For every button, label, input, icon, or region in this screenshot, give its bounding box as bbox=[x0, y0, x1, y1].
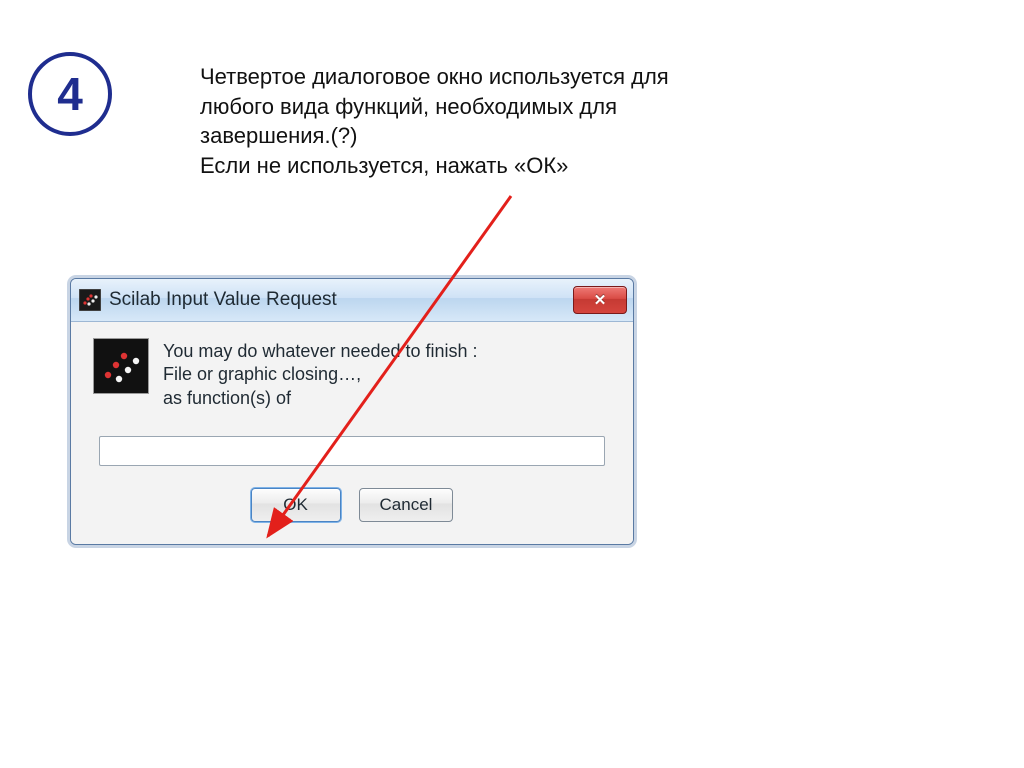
close-button[interactable]: ✕ bbox=[573, 286, 627, 314]
dialog-client-area: You may do whatever needed to finish : F… bbox=[71, 322, 633, 544]
explanation-text: Четвертое диалоговое окно используется д… bbox=[200, 62, 760, 181]
cancel-button[interactable]: Cancel bbox=[359, 488, 454, 522]
dialog-message-line: as function(s) of bbox=[163, 387, 478, 410]
dialog-message: You may do whatever needed to finish : F… bbox=[163, 338, 478, 410]
explanation-line: Если не используется, нажать «ОК» bbox=[200, 151, 760, 181]
dialog-titlebar[interactable]: Scilab Input Value Request ✕ bbox=[71, 279, 633, 322]
app-icon bbox=[79, 289, 101, 311]
dialog-message-line: You may do whatever needed to finish : bbox=[163, 340, 478, 363]
dialog-message-line: File or graphic closing…, bbox=[163, 363, 478, 386]
dialog-window: Scilab Input Value Request ✕ bbox=[70, 278, 632, 545]
explanation-line: любого вида функций, необходимых для bbox=[200, 92, 760, 122]
dialog-title: Scilab Input Value Request bbox=[109, 289, 573, 311]
explanation-line: Четвертое диалоговое окно используется д… bbox=[200, 62, 760, 92]
dialog-info-icon bbox=[93, 338, 149, 394]
step-number: 4 bbox=[57, 67, 83, 121]
value-input[interactable] bbox=[99, 436, 605, 466]
step-badge: 4 bbox=[28, 52, 112, 136]
ok-button[interactable]: OK bbox=[251, 488, 341, 522]
close-icon: ✕ bbox=[594, 291, 607, 309]
explanation-line: завершения.(?) bbox=[200, 121, 760, 151]
